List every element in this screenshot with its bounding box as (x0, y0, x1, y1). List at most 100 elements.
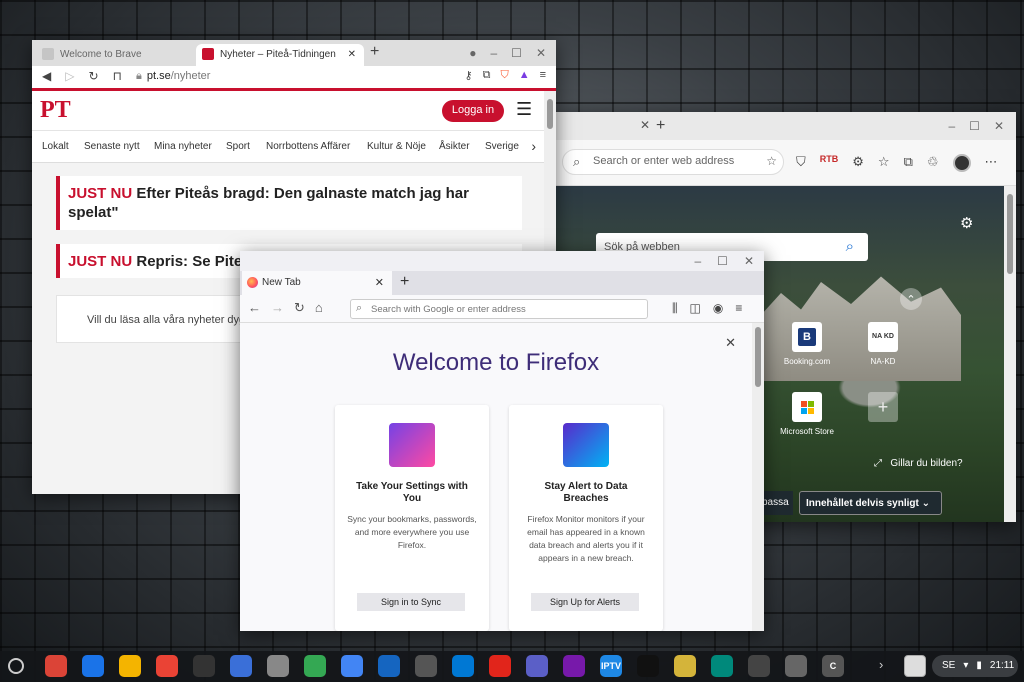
close-window-icon[interactable]: ✕ (994, 119, 1004, 133)
content-visibility-button[interactable]: Innehållet delvis synligt ⌄ (799, 491, 942, 515)
tab-nyheter[interactable]: Nyheter – Piteå-Tidningen ✕ (196, 44, 364, 66)
new-tab-button[interactable]: + (656, 117, 665, 135)
sign-up-alerts-button[interactable]: Sign Up for Alerts (531, 593, 639, 611)
shelf-app-triangle-icon[interactable] (637, 655, 659, 677)
more-icon[interactable]: ⋯ (985, 154, 998, 172)
headline-card[interactable]: JUST NU Efter Piteås bragd: Den galnaste… (56, 176, 522, 230)
close-tab-icon[interactable]: ✕ (348, 49, 356, 60)
nav-senaste[interactable]: Senaste nytt (84, 141, 140, 152)
sign-in-sync-button[interactable]: Sign in to Sync (357, 593, 465, 611)
rewards-icon[interactable]: ▲ (519, 69, 530, 82)
address-bar[interactable]: ⌕ Search with Google or enter address (350, 299, 648, 319)
shelf-app-photos-icon[interactable] (415, 655, 437, 677)
shelf-app-apple-icon[interactable] (785, 655, 807, 677)
minimize-icon[interactable]: – (948, 119, 955, 133)
shelf-app-terminal-icon[interactable] (193, 655, 215, 677)
maximize-icon[interactable]: ☐ (511, 46, 522, 60)
chevron-right-icon[interactable]: › (879, 657, 883, 672)
shelf-app-teams-icon[interactable] (526, 655, 548, 677)
favorites-icon[interactable]: ☆ (878, 154, 890, 172)
new-tab-button[interactable]: + (400, 273, 409, 291)
nav-affarer[interactable]: Norrbottens Affärer (266, 141, 350, 152)
menu-icon[interactable]: ≡ (735, 301, 742, 316)
shelf-app-text-icon[interactable] (267, 655, 289, 677)
nav-asikter[interactable]: Åsikter (439, 141, 470, 152)
scrollbar[interactable] (1004, 186, 1016, 522)
screen-capture-icon[interactable] (904, 655, 926, 677)
shelf-app-yellow-icon[interactable] (674, 655, 696, 677)
new-tab-button[interactable]: + (370, 43, 379, 61)
tab-new-tab[interactable]: New Tab ✕ (242, 271, 392, 295)
shelf-app-chat-icon[interactable] (304, 655, 326, 677)
shelf-app-window-icon[interactable] (378, 655, 400, 677)
reload-icon[interactable]: ↻ (88, 69, 98, 83)
translate-icon[interactable]: ⧉ (483, 69, 491, 82)
shelf-app-files-icon[interactable] (82, 655, 104, 677)
add-tile-button[interactable]: + (868, 392, 898, 422)
close-window-icon[interactable]: ✕ (536, 46, 546, 60)
chevron-right-icon[interactable]: › (531, 138, 536, 154)
share-icon[interactable]: ♲ (927, 154, 939, 172)
hamburger-menu-icon[interactable]: ☰ (516, 99, 532, 120)
shelf-app-chrome-canary-icon[interactable] (119, 655, 141, 677)
minimize-icon[interactable]: – (694, 254, 701, 268)
launcher-icon[interactable] (8, 658, 24, 674)
maximize-icon[interactable]: ☐ (969, 119, 980, 133)
nav-sverige[interactable]: Sverige (485, 141, 519, 152)
shelf-app-c-icon[interactable]: C (822, 655, 844, 677)
bookmark-icon[interactable]: ⊓ (113, 69, 122, 83)
settings-gear-icon[interactable]: ⚙ (960, 214, 973, 232)
close-tab-icon[interactable]: ✕ (640, 118, 650, 132)
shelf-app-chrome-icon[interactable] (45, 655, 67, 677)
key-icon[interactable]: ⚷ (465, 69, 473, 82)
library-icon[interactable]: ⫼ (672, 301, 678, 316)
collections-icon[interactable]: ⧉ (904, 154, 913, 172)
shield-icon[interactable]: ⛉ (796, 154, 806, 172)
shelf-app-tools-icon[interactable] (230, 655, 252, 677)
close-tab-icon[interactable]: ✕ (375, 276, 384, 289)
like-image-link[interactable]: ⤢ Gillar du bilden? (874, 458, 963, 469)
pt-logo[interactable]: PT (40, 97, 71, 124)
scrollbar[interactable] (752, 323, 764, 631)
address-bar[interactable]: ⌕ Search or enter web address ☆ (562, 149, 784, 175)
back-icon[interactable]: ← (248, 300, 261, 316)
tile-nakd[interactable]: NA KD (868, 322, 898, 352)
tile-booking[interactable]: B (792, 322, 822, 352)
forward-icon[interactable]: ▷ (65, 69, 74, 83)
favorite-star-icon[interactable]: ☆ (766, 154, 777, 168)
shelf-app-onenote-icon[interactable] (563, 655, 585, 677)
menu-icon[interactable]: ≡ (540, 69, 546, 82)
extension-icon[interactable]: RTB (820, 154, 839, 172)
nav-mina[interactable]: Mina nyheter (154, 141, 212, 152)
back-icon[interactable]: ◀ (42, 69, 51, 83)
chevron-up-icon[interactable]: ⌃ (900, 288, 922, 310)
nav-sport[interactable]: Sport (226, 141, 250, 152)
reload-icon[interactable]: ↻ (294, 300, 305, 316)
nav-lokalt[interactable]: Lokalt (42, 141, 69, 152)
tab-welcome-brave[interactable]: Welcome to Brave (36, 44, 196, 66)
forward-icon[interactable]: → (271, 300, 284, 316)
brave-shield-icon[interactable]: ⛉ (500, 69, 508, 82)
shelf-app-store-icon[interactable] (341, 655, 363, 677)
puzzle-icon[interactable]: ⚙ (852, 154, 864, 172)
shelf-app-x-icon[interactable] (711, 655, 733, 677)
shelf-app-cast-icon[interactable] (748, 655, 770, 677)
shelf-app-gmail-icon[interactable] (156, 655, 178, 677)
account-icon[interactable]: ◉ (713, 301, 723, 316)
address-bar[interactable]: 🔒︎ pt.se/nyheter (136, 70, 210, 83)
sidebar-icon[interactable]: ◫ (690, 301, 701, 316)
home-icon[interactable]: ⌂ (315, 300, 323, 316)
search-icon[interactable]: ⌕ (846, 238, 854, 255)
login-button[interactable]: Logga in (442, 100, 504, 122)
minimize-icon[interactable]: – (490, 46, 497, 60)
tab-search-icon[interactable]: ● (469, 46, 476, 60)
status-tray[interactable]: SE ▾ ▮ 21:11 (932, 655, 1018, 677)
close-window-icon[interactable]: ✕ (744, 254, 754, 268)
shelf-app-iptv-icon[interactable]: IPTV (600, 655, 622, 677)
shelf-app-outlook-icon[interactable] (452, 655, 474, 677)
avatar[interactable] (952, 154, 971, 172)
tile-microsoft-store[interactable] (792, 392, 822, 422)
shelf-app-acrobat-icon[interactable] (489, 655, 511, 677)
maximize-icon[interactable]: ☐ (717, 254, 728, 268)
nav-kultur[interactable]: Kultur & Nöje (367, 141, 426, 152)
